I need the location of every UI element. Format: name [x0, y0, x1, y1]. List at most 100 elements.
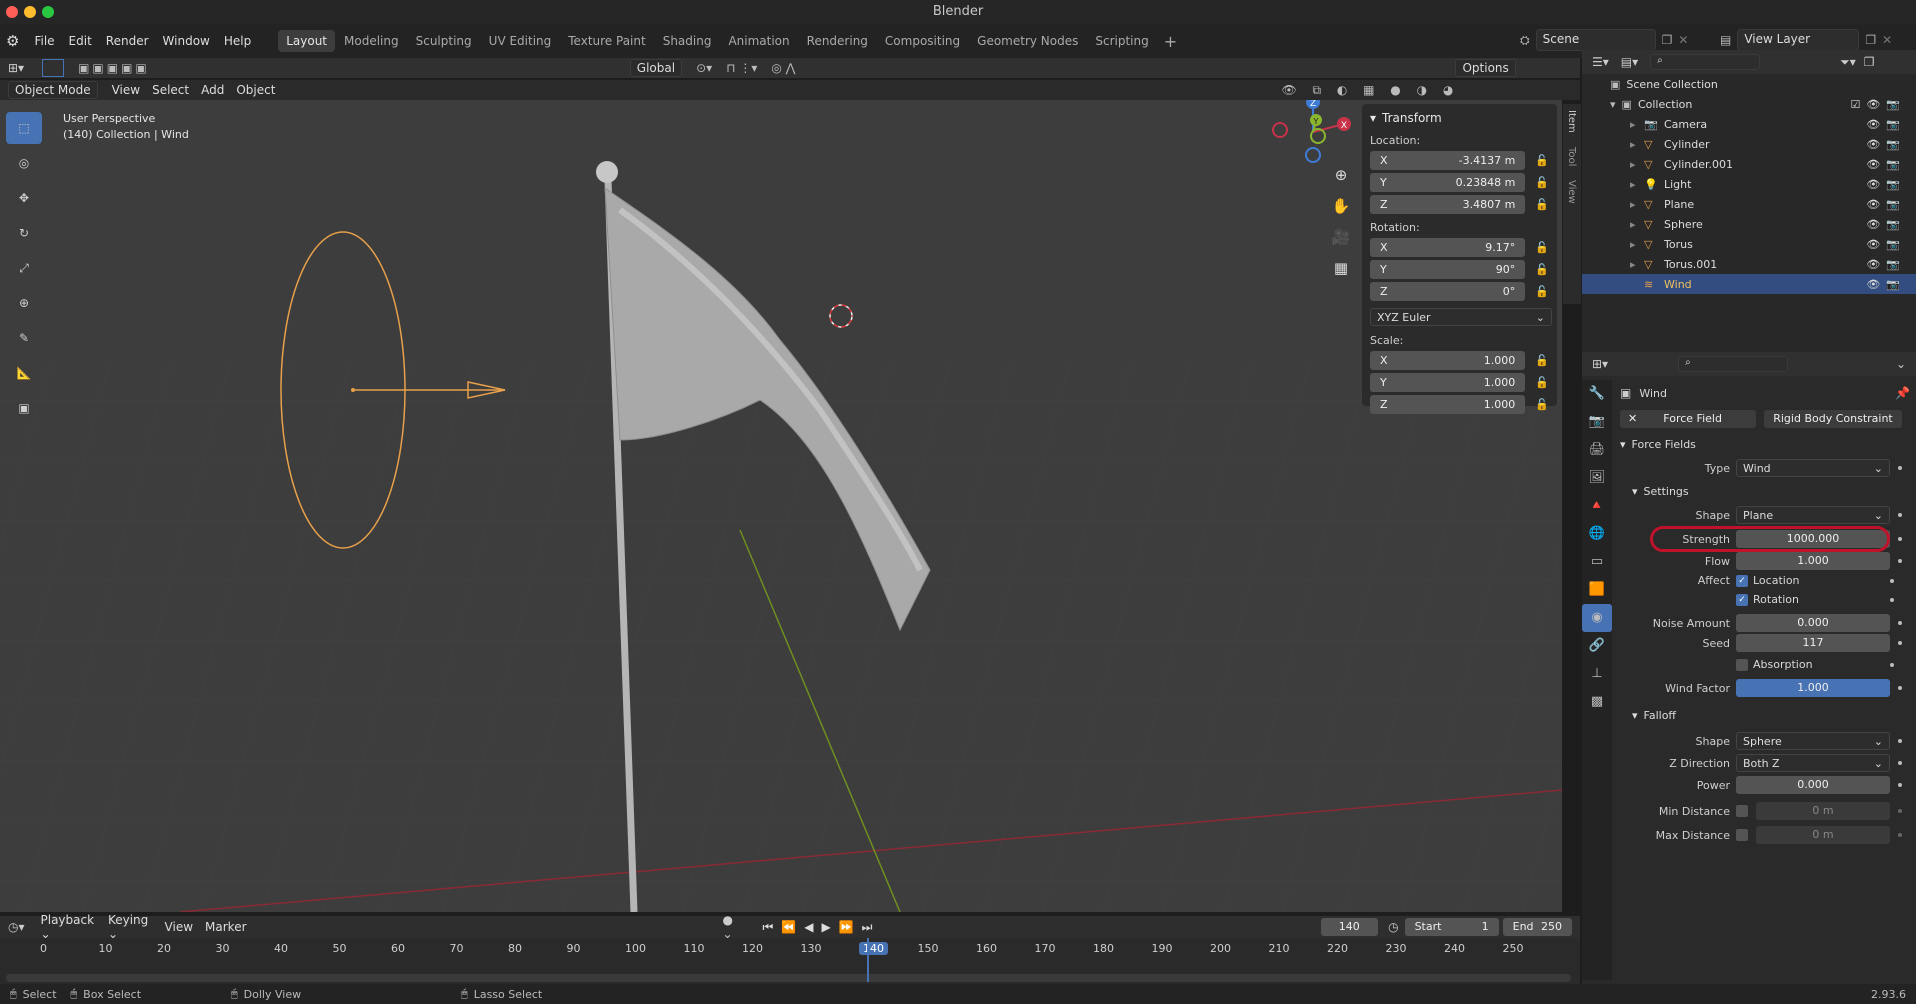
transform-orientation[interactable]: Global [629, 59, 683, 77]
menu-help[interactable]: Help [217, 34, 258, 48]
timeline-editor-icon[interactable]: ◷▾ [8, 920, 25, 934]
move-tool-icon[interactable]: ✥ [6, 182, 42, 214]
timeline-ruler[interactable]: 0 10 20 30 40 50 60 70 80 90 100 110 120 130 140 150 160… [0, 938, 1580, 960]
measure-tool-icon[interactable]: 📐 [6, 357, 42, 389]
scale-x-field[interactable]: X 1.000 [1370, 351, 1526, 370]
z-direction-dropdown[interactable]: Both Z ⌄ [1736, 754, 1890, 772]
properties-options-icon[interactable]: ⌄ [1896, 357, 1906, 371]
scene-name-field[interactable]: Scene [1535, 29, 1656, 51]
outliner-search-input[interactable]: ⌕ [1650, 54, 1761, 70]
texture-tab-icon[interactable]: ▩ [1582, 688, 1612, 716]
visibility-icons[interactable]: 👁📷 [1866, 198, 1906, 211]
location-y-field[interactable]: Y 0.23848 m [1370, 173, 1526, 192]
scale-tool-icon[interactable]: ⤢ [6, 252, 42, 284]
lock-icon[interactable]: 🔓 [1535, 354, 1549, 367]
pin-icon[interactable]: 📌 [1895, 386, 1910, 400]
menu-edit[interactable]: Edit [62, 34, 99, 48]
pivot-point-icon[interactable]: ⊙▾ [696, 61, 712, 75]
falloff-panel-header[interactable]: ▾ Falloff [1620, 709, 1910, 722]
snap-icon[interactable]: ⊓ ⋮▾ [726, 61, 757, 75]
new-view-layer-icon[interactable]: ❐ [1865, 33, 1876, 47]
perspective-toggle-icon[interactable]: ▦ [1330, 253, 1352, 284]
menu-select[interactable]: Select [146, 81, 195, 99]
max-distance-checkbox[interactable] [1736, 829, 1748, 841]
expand-arrow-icon[interactable]: ▾ [1610, 98, 1616, 111]
rotation-mode-dropdown[interactable]: XYZ Euler ⌄ [1370, 308, 1552, 326]
visibility-icons[interactable]: 👁📷 [1866, 138, 1906, 151]
object-tab-icon[interactable]: 🟧 [1582, 576, 1612, 604]
force-fields-panel-header[interactable]: ▾ Force Fields [1620, 438, 1910, 451]
tab-workspace-uv-editing[interactable]: UV Editing [481, 30, 560, 52]
timeline-marker-menu[interactable]: Marker [199, 918, 252, 936]
tab-workspace-shading[interactable]: Shading [655, 30, 720, 52]
physics-tab-icon[interactable]: ◉ [1582, 604, 1612, 632]
camera-view-icon[interactable]: 🎥 [1330, 222, 1352, 253]
add-workspace-icon[interactable]: + [1164, 32, 1177, 51]
scale-y-field[interactable]: Y 1.000 [1370, 373, 1526, 392]
affect-location-checkbox[interactable]: ✓ [1736, 574, 1748, 587]
tab-workspace-scripting[interactable]: Scripting [1087, 30, 1156, 52]
scene-selector[interactable]: ⛭ Scene ❐ ✕ [1520, 29, 1688, 51]
select-box-tool-icon[interactable]: ⬚ [6, 112, 42, 144]
transform-header[interactable]: ▾ Transform [1362, 104, 1557, 132]
expand-arrow-icon[interactable]: ▸ [1630, 158, 1644, 171]
rigid-body-constraint-button[interactable]: Rigid Body Constraint [1764, 410, 1902, 428]
properties-editor-icon[interactable]: ⊞▾ [1592, 357, 1608, 371]
shape-dropdown[interactable]: Plane ⌄ [1736, 506, 1890, 524]
mode-dropdown[interactable]: Object Mode [8, 81, 98, 99]
outliner-item-torus[interactable]: ▸ ▽ Torus 👁📷 [1582, 234, 1916, 254]
menu-render[interactable]: Render [99, 34, 156, 48]
force-field-button[interactable]: ✕ Force Field [1620, 410, 1756, 428]
scene-tab-icon[interactable]: 🔺 [1582, 492, 1612, 520]
outliner-item-camera[interactable]: ▸ 📷 Camera 👁📷 [1582, 114, 1916, 134]
lock-icon[interactable]: 🔓 [1535, 376, 1549, 389]
cursor-tool-icon[interactable]: ◎ [6, 147, 42, 179]
selection-mode-icons[interactable]: ▣▣▣▣▣ [78, 61, 150, 75]
lock-icon[interactable]: 🔓 [1535, 176, 1549, 189]
visibility-icons[interactable]: 👁📷 [1866, 178, 1906, 191]
delete-scene-icon[interactable]: ✕ [1678, 33, 1688, 47]
max-distance-field[interactable]: 0 m [1756, 826, 1890, 844]
render-tab-icon[interactable]: 📷 [1582, 408, 1612, 436]
scene-collection-row[interactable]: ▣ Scene Collection [1582, 74, 1916, 94]
visibility-icons[interactable]: 👁📷 [1866, 238, 1906, 251]
output-tab-icon[interactable]: 🖨 [1582, 436, 1612, 464]
rotation-x-field[interactable]: X 9.17° [1370, 238, 1526, 257]
absorption-checkbox[interactable] [1736, 658, 1748, 671]
location-z-field[interactable]: Z 3.4807 m [1370, 195, 1526, 214]
power-field[interactable]: 0.000 [1736, 776, 1890, 794]
tab-workspace-layout[interactable]: Layout [278, 30, 336, 52]
min-distance-checkbox[interactable] [1736, 805, 1748, 817]
expand-arrow-icon[interactable]: ▸ [1630, 218, 1644, 231]
constraints-tab-icon[interactable]: 🔗 [1582, 632, 1612, 660]
collection-visibility-icons[interactable]: ☑👁📷 [1850, 98, 1906, 111]
outliner-item-torus-001[interactable]: ▸ ▽ Torus.001 👁📷 [1582, 254, 1916, 274]
tab-workspace-compositing[interactable]: Compositing [877, 30, 968, 52]
settings-panel-header[interactable]: ▾ Settings [1620, 485, 1910, 498]
pan-hand-icon[interactable]: ✋ [1330, 191, 1352, 222]
playback-controls[interactable]: ⏮⏪◀▶⏩⏭ [763, 920, 881, 935]
expand-arrow-icon[interactable]: ▸ [1630, 258, 1644, 271]
expand-arrow-icon[interactable]: ▸ [1630, 138, 1644, 151]
visibility-icons[interactable]: 👁📷 [1866, 258, 1906, 271]
zoom-icon[interactable]: ⊕ [1330, 160, 1352, 191]
tab-workspace-modeling[interactable]: Modeling [336, 30, 407, 52]
tool-tab-icon[interactable]: 🔧 [1582, 380, 1612, 408]
lock-icon[interactable]: 🔓 [1535, 398, 1549, 411]
lock-icon[interactable]: 🔓 [1535, 198, 1549, 211]
preview-range-icon[interactable]: ◷ [1388, 920, 1398, 934]
outliner-item-light[interactable]: ▸ 💡 Light 👁📷 [1582, 174, 1916, 194]
menu-window[interactable]: Window [156, 34, 217, 48]
transform-tool-icon[interactable]: ⊕ [6, 287, 42, 319]
expand-arrow-icon[interactable]: ▸ [1630, 238, 1644, 251]
data-tab-icon[interactable]: ⊥ [1582, 660, 1612, 688]
falloff-shape-dropdown[interactable]: Sphere ⌄ [1736, 732, 1890, 750]
lock-icon[interactable]: 🔓 [1535, 285, 1549, 298]
tab-workspace-rendering[interactable]: Rendering [799, 30, 876, 52]
tab-workspace-sculpting[interactable]: Sculpting [408, 30, 480, 52]
wind-factor-field[interactable]: 1.000 [1736, 679, 1890, 697]
flow-field[interactable]: 1.000 [1736, 552, 1890, 570]
3d-viewport[interactable]: User Perspective (140) Collection | Wind… [0, 100, 1562, 912]
outliner-item-plane[interactable]: ▸ ▽ Plane 👁📷 [1582, 194, 1916, 214]
location-x-field[interactable]: X -3.4137 m [1370, 151, 1526, 170]
